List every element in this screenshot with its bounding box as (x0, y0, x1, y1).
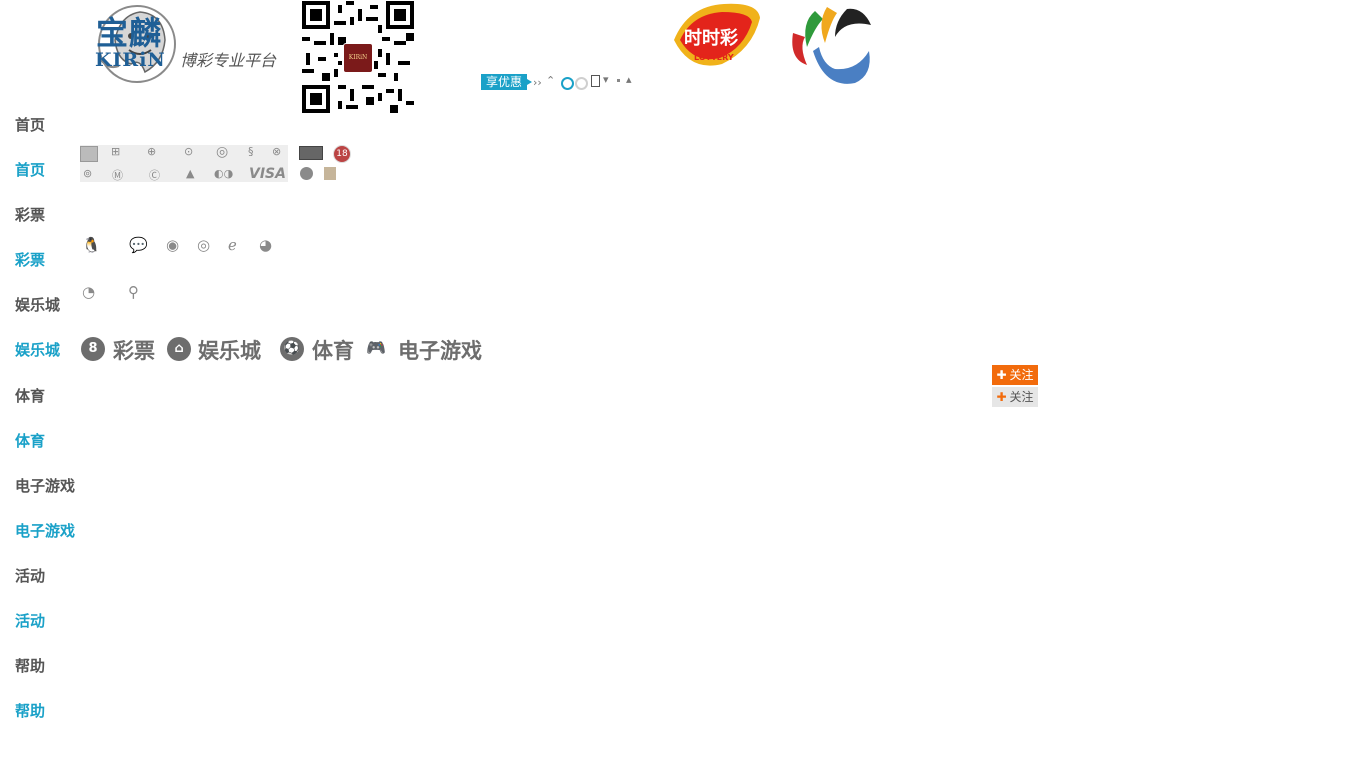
category-egames[interactable]: 电子游戏 (398, 335, 482, 365)
brand-english-name: KIRiN (95, 49, 166, 71)
nav-home-active[interactable]: 首页 (15, 159, 45, 180)
nav-sports-active[interactable]: 体育 (15, 430, 45, 451)
nav-lottery[interactable]: 彩票 (15, 204, 45, 225)
casino-wheel-icon: ⌂ (167, 337, 191, 361)
search-person-icon[interactable]: ⚲ (128, 283, 139, 301)
nav-home[interactable]: 首页 (15, 114, 45, 135)
svg-text:时时彩: 时时彩 (684, 28, 738, 49)
category-lottery[interactable]: 彩票 (113, 335, 155, 365)
bank-triangle-icon: ▲ (186, 167, 195, 180)
category-casino[interactable]: 娱乐城 (198, 335, 261, 365)
nav-promotions[interactable]: 活动 (15, 565, 45, 586)
bank-icbc-icon: ⊞ (111, 145, 121, 158)
bank-citic-icon: ⊗ (272, 145, 282, 158)
bank-ring-icon: ⊚ (83, 167, 93, 180)
category-sports[interactable]: 体育 (312, 335, 354, 365)
card-icon (299, 146, 323, 160)
license-icon (324, 167, 336, 180)
brand-chinese-name: 宝麟 (96, 14, 163, 52)
triangle-down-icon: ▾ (603, 73, 609, 86)
follow-label: 关注 (1009, 368, 1034, 382)
lottery-ball-icon: 8 (81, 337, 105, 361)
firefox-icon[interactable]: ◕ (259, 236, 272, 254)
ring-grey-icon (575, 77, 588, 90)
caret-up-icon: ⌃ (546, 74, 556, 87)
nav-egames[interactable]: 电子游戏 (15, 475, 75, 496)
brand-tagline: 博彩专业平台 (180, 51, 277, 70)
bank-abc-icon: ⊕ (147, 145, 157, 158)
bank-boc-icon: ⊙ (184, 145, 194, 158)
chrome-icon[interactable]: ◉ (166, 236, 179, 254)
promo-badge[interactable]: 享优惠 (481, 74, 533, 90)
nav-lottery-active[interactable]: 彩票 (15, 249, 45, 270)
nav-egames-active[interactable]: 电子游戏 (15, 520, 75, 541)
nav-promotions-active[interactable]: 活动 (15, 610, 45, 631)
payment-methods-strip: ⊞ ⊕ ⊙ ◎ § ⊗ ⊚ Ⓜ Ⓒ ▲ ◐◑ VISA (80, 144, 288, 182)
nav-sports[interactable]: 体育 (15, 385, 45, 406)
gamepad-icon: 🎮 (366, 338, 386, 357)
dot-icon (617, 79, 620, 82)
mobile-icon (591, 75, 600, 87)
svg-text:LOTTERY: LOTTERY (694, 53, 734, 62)
weibo-icon[interactable]: ◔ (82, 283, 95, 301)
ie-icon[interactable]: ℯ (228, 236, 237, 254)
age-18-icon: 18 (333, 145, 351, 163)
nav-casino-active[interactable]: 娱乐城 (15, 339, 60, 360)
plus-icon: ✚ (996, 390, 1007, 404)
double-chevron-right-icon: ›› (533, 76, 542, 89)
bank-m-icon: Ⓜ (112, 169, 123, 182)
nav-help-active[interactable]: 帮助 (15, 700, 45, 721)
nav-help[interactable]: 帮助 (15, 655, 45, 676)
bank-c-icon: Ⓒ (149, 169, 160, 182)
bank-square-icon (80, 146, 98, 162)
globe-icon (300, 167, 313, 180)
mastercard-icon: ◐◑ (214, 167, 234, 180)
bank-swirl-icon: ◎ (216, 144, 229, 160)
plus-icon: ✚ (996, 368, 1007, 382)
wechat-icon[interactable]: 💬 (129, 236, 148, 254)
follow-label: 关注 (1009, 390, 1034, 404)
lottery-logo: 时时彩 LOTTERY (674, 3, 760, 66)
follow-button[interactable]: ✚ 关注 (992, 365, 1038, 385)
browser-icon[interactable]: ◎ (197, 236, 210, 254)
soccer-ball-icon: ⚽ (280, 337, 304, 361)
petal-logo (792, 7, 871, 84)
triangle-up-icon: ▴ (626, 73, 632, 86)
visa-icon: VISA (249, 166, 286, 182)
nav-casino[interactable]: 娱乐城 (15, 294, 60, 315)
qq-icon[interactable]: 🐧 (82, 236, 101, 254)
qr-center-logo: KIRiN (343, 43, 373, 73)
follow-button-hover[interactable]: ✚ 关注 (992, 387, 1038, 407)
bank-s-icon: § (248, 145, 254, 158)
ring-blue-icon (561, 77, 574, 90)
